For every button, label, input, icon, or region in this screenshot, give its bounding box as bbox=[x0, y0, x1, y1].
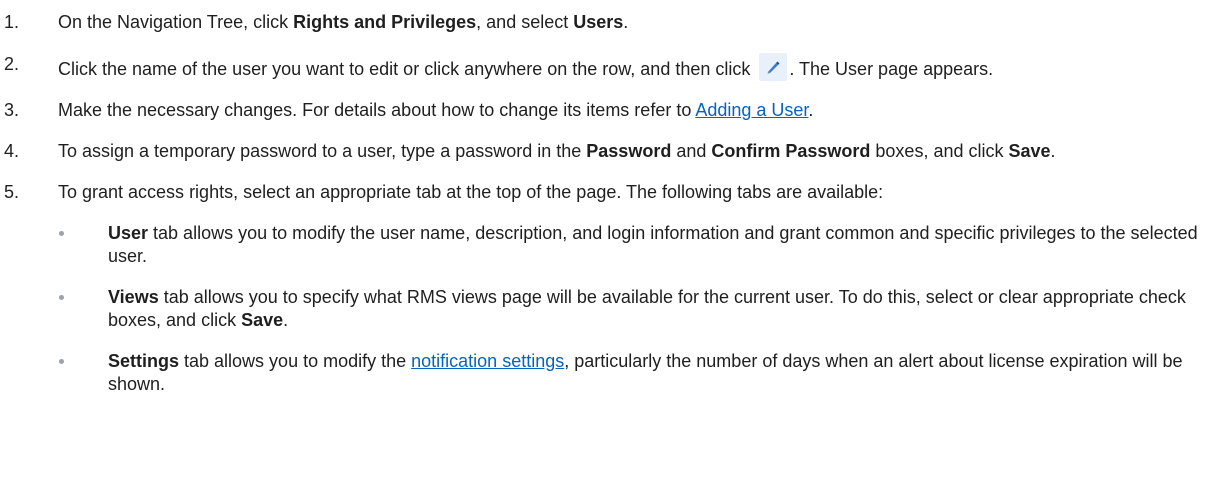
step-text: On the Navigation Tree, click bbox=[58, 12, 294, 32]
step-3: 3. Make the necessary changes. For detai… bbox=[0, 99, 1231, 122]
list-item: User tab allows you to modify the user n… bbox=[0, 222, 1231, 268]
user-tab-term: User bbox=[108, 223, 149, 243]
step-text: . bbox=[1050, 141, 1056, 161]
step-4: 4. To assign a temporary password to a u… bbox=[0, 140, 1231, 163]
list-item: Views tab allows you to specify what RMS… bbox=[0, 286, 1231, 332]
users-term: Users bbox=[573, 12, 624, 32]
step-5: 5. To grant access rights, select an app… bbox=[0, 181, 1231, 204]
list-item: Settings tab allows you to modify the no… bbox=[0, 350, 1231, 396]
step-text: Click the name of the user you want to e… bbox=[58, 59, 756, 79]
pencil-edit-icon bbox=[759, 53, 788, 81]
list-item-text: tab allows you to modify the user name, … bbox=[108, 223, 1198, 266]
step-number: 5. bbox=[4, 182, 20, 202]
step-number: 4. bbox=[4, 141, 20, 161]
bullet-dot bbox=[59, 231, 64, 236]
save-term: Save bbox=[1008, 141, 1051, 161]
step-text: . bbox=[808, 100, 814, 120]
step-text: and bbox=[671, 141, 712, 161]
document-body: 1. On the Navigation Tree, click Rights … bbox=[0, 0, 1231, 396]
step-1: 1. On the Navigation Tree, click Rights … bbox=[0, 11, 1231, 34]
views-tab-term: Views bbox=[108, 287, 159, 307]
step-text: . bbox=[623, 12, 629, 32]
confirm-password-term: Confirm Password bbox=[711, 141, 871, 161]
rights-and-privileges-term: Rights and Privileges bbox=[293, 12, 477, 32]
save-term: Save bbox=[241, 310, 284, 330]
tabs-list: User tab allows you to modify the user n… bbox=[0, 222, 1231, 396]
adding-a-user-link[interactable]: Adding a User bbox=[695, 100, 808, 120]
step-text: Make the necessary changes. For details … bbox=[58, 100, 696, 120]
step-text: To assign a temporary password to a user… bbox=[58, 141, 587, 161]
bullet-dot bbox=[59, 295, 64, 300]
step-text: , and select bbox=[476, 12, 574, 32]
step-number: 2. bbox=[4, 54, 20, 74]
step-text: boxes, and click bbox=[870, 141, 1009, 161]
step-text: To grant access rights, select an approp… bbox=[58, 182, 884, 202]
list-item-text: tab allows you to modify the bbox=[179, 351, 412, 371]
step-number: 1. bbox=[4, 12, 20, 32]
list-item-text: . bbox=[283, 310, 289, 330]
step-text: . The User page appears. bbox=[789, 59, 994, 79]
step-2: 2. Click the name of the user you want t… bbox=[0, 53, 1231, 81]
settings-tab-term: Settings bbox=[108, 351, 180, 371]
password-term: Password bbox=[586, 141, 672, 161]
notification-settings-link[interactable]: notification settings bbox=[411, 351, 564, 371]
bullet-dot bbox=[59, 359, 64, 364]
step-number: 3. bbox=[4, 100, 20, 120]
